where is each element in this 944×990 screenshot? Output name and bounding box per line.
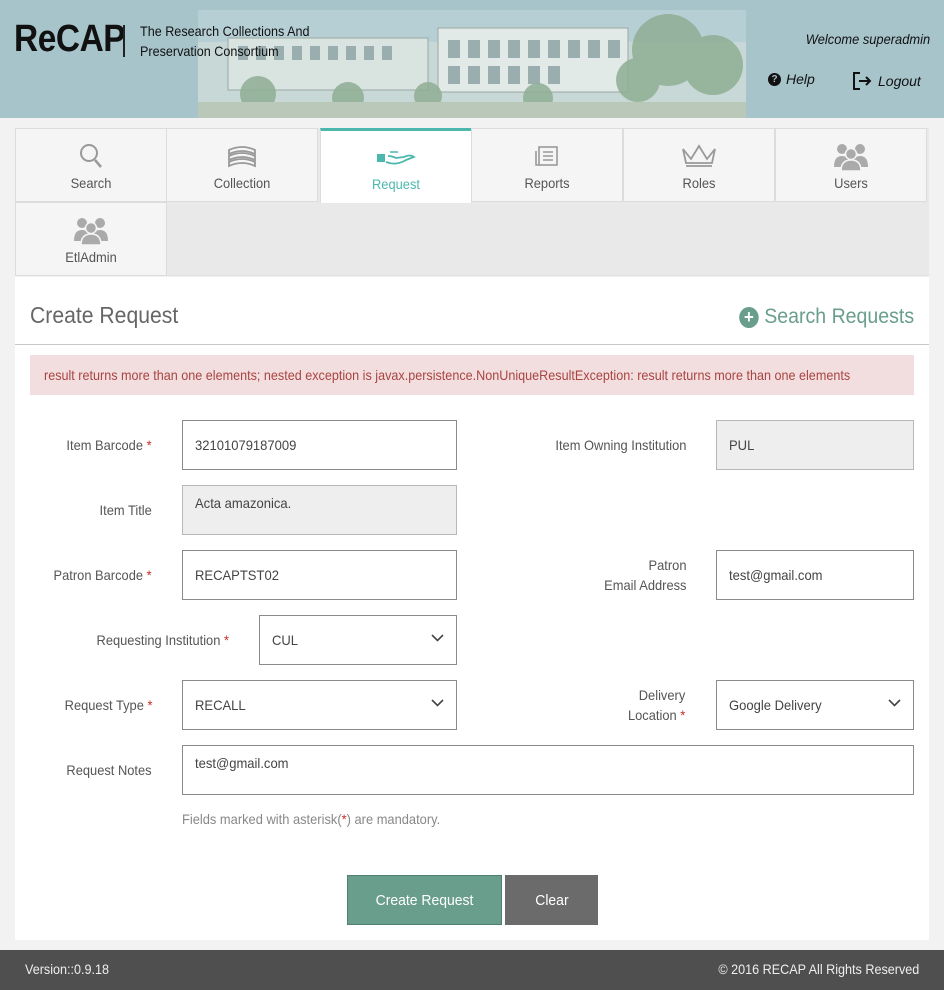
delivery-location-value: Google Delivery — [729, 697, 822, 713]
mandatory-hint: Fields marked with asterisk(*) are manda… — [182, 811, 440, 827]
request-type-select[interactable]: RECALL — [182, 680, 457, 730]
nav-label: Collection — [213, 175, 271, 191]
request-type-value: RECALL — [195, 697, 246, 713]
required-marker: * — [146, 567, 152, 583]
item-title-field: Acta amazonica. — [182, 485, 457, 535]
request-notes-value: test@gmail.com — [195, 755, 289, 771]
chevron-down-icon — [431, 699, 444, 707]
item-title-label: Item Title — [99, 502, 152, 518]
create-request-button[interactable]: Create Request — [347, 875, 502, 925]
patron-barcode-input[interactable]: RECAPTST02 — [182, 550, 457, 600]
logout-link[interactable]: Logout — [852, 71, 921, 91]
logo-divider — [123, 25, 125, 57]
books-icon — [228, 146, 256, 168]
requesting-institution-label: Requesting Institution * — [97, 630, 229, 650]
item-owning-institution-field: PUL — [716, 420, 914, 470]
nav-request[interactable]: Request — [320, 128, 472, 203]
create-request-panel: Create Request + Search Requests result … — [15, 277, 929, 940]
required-marker: * — [679, 707, 685, 723]
delivery-location-select[interactable]: Google Delivery — [716, 680, 914, 730]
hint-text-after: ) are mandatory. — [346, 811, 441, 827]
request-type-label: Request Type * — [64, 695, 152, 715]
patron-email-value: test@gmail.com — [729, 567, 823, 583]
delivery-location-label-line1: Delivery — [638, 687, 685, 703]
patron-barcode-label: Patron Barcode * — [54, 565, 152, 585]
nav-reports[interactable]: Reports — [471, 128, 623, 202]
patron-barcode-label-text: Patron Barcode — [53, 567, 144, 583]
app-footer: Version::0.9.18 © 2016 RECAP All Rights … — [0, 950, 944, 990]
requesting-institution-select[interactable]: CUL — [259, 615, 457, 665]
nav-users[interactable]: Users — [775, 128, 927, 202]
nav-label: Search — [70, 175, 112, 191]
logout-label: Logout — [878, 73, 921, 89]
error-message: result returns more than one elements; n… — [44, 367, 851, 383]
nav-label: Roles — [682, 175, 716, 191]
nav-label: EtlAdmin — [65, 249, 117, 265]
required-marker: * — [146, 437, 152, 453]
hand-book-icon — [377, 151, 416, 165]
delivery-location-label-line2: Location — [627, 707, 677, 723]
question-circle-icon: ? — [768, 72, 781, 86]
requesting-institution-label-text: Requesting Institution — [96, 632, 221, 648]
copyright-text: © 2016 RECAP All Rights Reserved — [718, 961, 919, 977]
app-header: ReCAP The Research Collections And Prese… — [0, 0, 944, 118]
item-barcode-label: Item Barcode * — [67, 435, 152, 455]
help-label: Help — [786, 71, 815, 87]
clear-button[interactable]: Clear — [505, 875, 598, 925]
recap-logo: ReCAP — [14, 18, 126, 60]
page-title: Create Request — [30, 302, 179, 328]
error-alert: result returns more than one elements; n… — [30, 355, 914, 395]
patron-email-label-line2: Email Address — [603, 577, 686, 593]
clear-label: Clear — [534, 891, 569, 909]
patron-email-label-line1: Patron — [648, 557, 686, 573]
help-link[interactable]: ? Help — [768, 71, 815, 87]
nav-etladmin[interactable]: EtlAdmin — [15, 202, 167, 276]
required-marker: * — [146, 697, 152, 713]
item-barcode-value: 32101079187009 — [195, 437, 297, 453]
item-barcode-label-text: Item Barcode — [66, 437, 144, 453]
welcome-text: Welcome superadmin — [805, 31, 930, 47]
nav-label: Users — [834, 175, 868, 191]
divider — [15, 344, 929, 345]
tagline: The Research Collections And Preservatio… — [140, 23, 310, 59]
search-icon — [80, 144, 102, 168]
requesting-institution-value: CUL — [272, 632, 299, 648]
item-barcode-input[interactable]: 32101079187009 — [182, 420, 457, 470]
required-marker: * — [223, 632, 229, 648]
plus-circle-icon: + — [739, 306, 759, 328]
patron-email-label: Patron Email Address — [604, 555, 686, 595]
main-nav: Search Collection Request Reports Roles … — [15, 128, 929, 276]
nav-roles[interactable]: Roles — [623, 128, 775, 202]
request-type-label-text: Request Type — [64, 697, 144, 713]
item-owning-institution-value: PUL — [729, 437, 755, 453]
nav-collection[interactable]: Collection — [166, 128, 318, 202]
patron-barcode-value: RECAPTST02 — [195, 567, 279, 583]
crown-icon — [682, 144, 716, 167]
request-notes-label: Request Notes — [66, 762, 152, 778]
nav-label: Reports — [524, 175, 570, 191]
delivery-location-label: Delivery Location * — [628, 685, 685, 725]
document-icon — [535, 146, 558, 166]
search-requests-link[interactable]: + Search Requests — [739, 305, 914, 329]
nav-label: Request — [372, 176, 420, 192]
item-owning-institution-label: Item Owning Institution — [554, 437, 686, 453]
nav-search[interactable]: Search — [15, 128, 167, 202]
patron-email-input[interactable]: test@gmail.com — [716, 550, 914, 600]
chevron-down-icon — [431, 634, 444, 642]
users-icon — [834, 144, 868, 171]
create-request-label: Create Request — [375, 891, 474, 909]
item-title-value: Acta amazonica. — [195, 495, 292, 511]
users-icon — [74, 218, 108, 245]
request-notes-textarea[interactable]: test@gmail.com — [182, 745, 914, 795]
logout-icon — [853, 72, 872, 90]
chevron-down-icon — [888, 699, 901, 707]
search-requests-label: Search Requests — [764, 305, 914, 328]
hint-text-before: Fields marked with asterisk( — [182, 811, 342, 827]
version-text: Version::0.9.18 — [25, 961, 110, 977]
